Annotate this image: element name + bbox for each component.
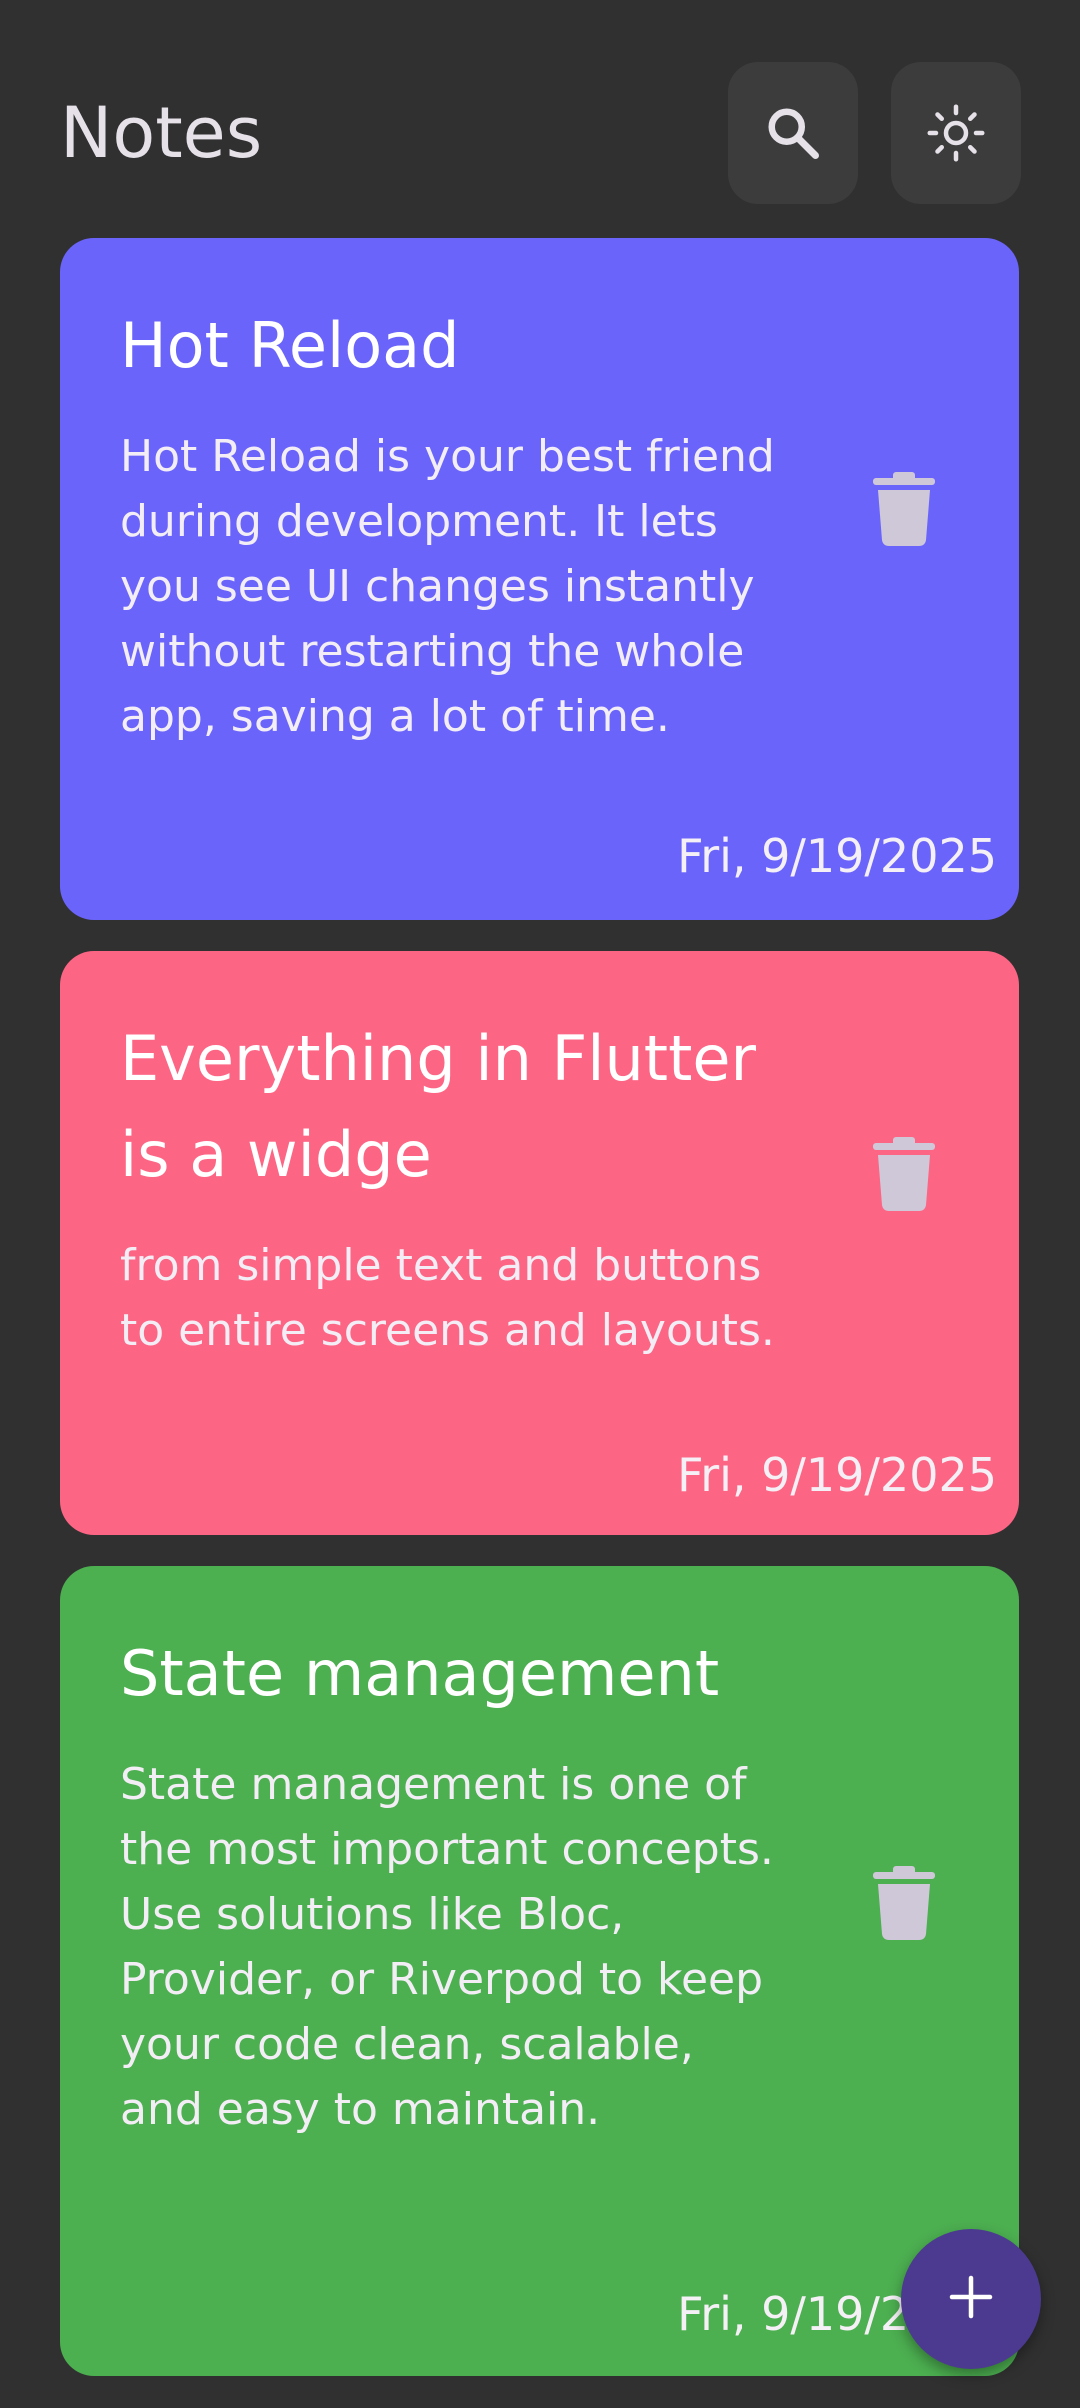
note-body: State management is one of the most impo… [120,1759,774,2135]
note-body: Hot Reload is your best friend during de… [120,431,775,742]
app-bar: Notes [0,0,1080,230]
trash-icon [873,1137,935,1211]
note-body: from simple text and buttons to entire s… [120,1240,775,1356]
note-title: Everything in Flutter is a widge [120,1022,757,1191]
trash-icon [873,1866,935,1940]
delete-button[interactable] [873,1137,935,1211]
trash-icon [873,472,935,546]
theme-toggle-button[interactable] [891,62,1021,204]
notes-list: Hot Reload Hot Reload is your best frien… [60,238,1019,2407]
page-title: Notes [60,92,263,174]
delete-button[interactable] [873,472,935,546]
add-note-button[interactable] [901,2229,1041,2369]
plus-icon [948,2274,994,2324]
search-icon [763,103,823,163]
note-card[interactable]: Everything in Flutter is a widge from si… [60,951,1019,1535]
note-card[interactable]: State management State management is one… [60,1566,1019,2376]
delete-button[interactable] [873,1866,935,1940]
note-title: State management [120,1637,720,1710]
search-button[interactable] [728,62,858,204]
sun-icon [926,103,986,163]
note-date: Fri, 9/19/2025 [677,1448,997,1502]
note-title: Hot Reload [120,309,460,382]
note-card[interactable]: Hot Reload Hot Reload is your best frien… [60,238,1019,920]
note-date: Fri, 9/19/2025 [677,829,997,883]
